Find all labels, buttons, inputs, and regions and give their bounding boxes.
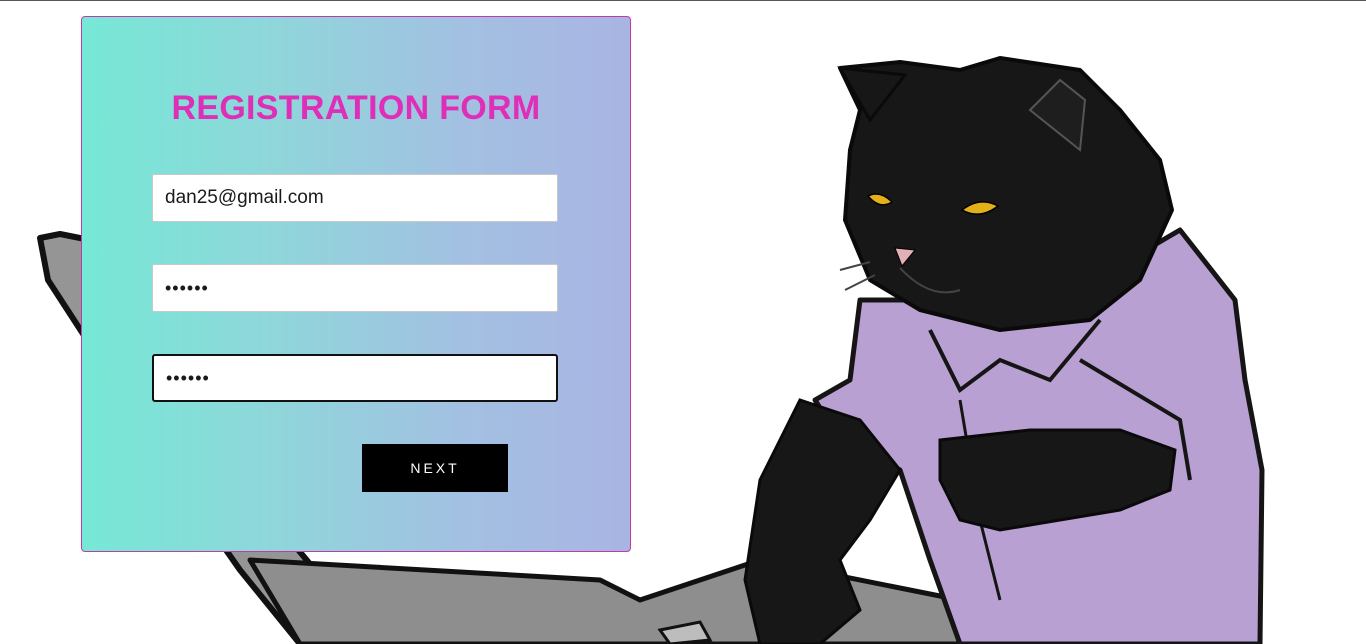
form-title: REGISTRATION FORM	[171, 89, 541, 127]
registration-form-card: REGISTRATION FORM NEXT	[81, 16, 631, 552]
confirm-password-field[interactable]	[152, 354, 558, 402]
next-button[interactable]: NEXT	[362, 444, 508, 492]
password-field[interactable]	[152, 264, 558, 312]
cat-head	[838, 56, 1174, 332]
email-field[interactable]	[152, 174, 558, 222]
